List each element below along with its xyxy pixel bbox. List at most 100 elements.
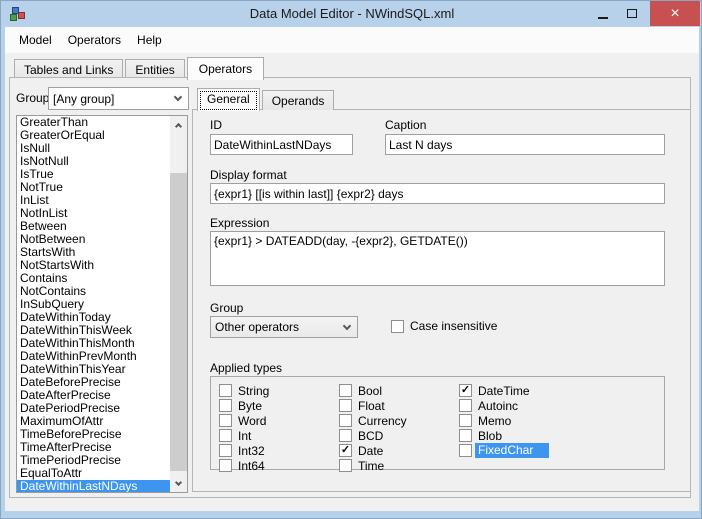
id-label: ID — [210, 118, 222, 132]
type-label-currency: Currency — [358, 413, 407, 428]
menu-item-help[interactable]: Help — [129, 29, 170, 51]
maximize-button[interactable] — [617, 1, 646, 26]
list-item-notcontains[interactable]: NotContains — [17, 285, 170, 298]
group-filter-dropdown[interactable]: [Any group] — [48, 87, 189, 110]
type-option-int64: Int64 — [219, 458, 269, 473]
type-checkbox-date[interactable]: ✓ — [339, 444, 352, 457]
window-controls: × — [588, 1, 700, 26]
list-scrollbar[interactable] — [170, 116, 187, 492]
list-item-between[interactable]: Between — [17, 220, 170, 233]
caption-field[interactable] — [385, 134, 665, 155]
list-item-dateafterprecise[interactable]: DateAfterPrecise — [17, 389, 170, 402]
list-item-maximumofattr[interactable]: MaximumOfAttr — [17, 415, 170, 428]
type-checkbox-byte[interactable] — [219, 399, 232, 412]
tab-operands[interactable]: Operands — [261, 90, 335, 110]
minimize-button[interactable] — [588, 1, 617, 26]
list-item-datewithinthismonth[interactable]: DateWithinThisMonth — [17, 337, 170, 350]
list-item-notstartswith[interactable]: NotStartsWith — [17, 259, 170, 272]
menu-item-operators[interactable]: Operators — [60, 29, 129, 51]
scrollbar-thumb[interactable] — [170, 173, 187, 471]
type-checkbox-currency[interactable] — [339, 414, 352, 427]
expression-field[interactable]: {expr1} > DATEADD(day, -{expr2}, GETDATE… — [210, 231, 665, 286]
type-checkbox-float[interactable] — [339, 399, 352, 412]
case-insensitive-checkbox[interactable] — [391, 319, 404, 333]
list-item-datewithintoday[interactable]: DateWithinToday — [17, 311, 170, 324]
type-checkbox-bcd[interactable] — [339, 429, 352, 442]
applied-types-column-2: Bool Float Currency BCD ✓ Date Time — [339, 383, 407, 473]
type-checkbox-int[interactable] — [219, 429, 232, 442]
type-checkbox-int32[interactable] — [219, 444, 232, 457]
type-option-bool: Bool — [339, 383, 407, 398]
list-item-equaltoattr[interactable]: EqualToAttr — [17, 467, 170, 480]
type-option-byte: Byte — [219, 398, 269, 413]
data-model-editor-window: Data Model Editor - NWindSQL.xml × Model… — [0, 0, 702, 519]
list-item-insubquery[interactable]: InSubQuery — [17, 298, 170, 311]
list-item-isnull[interactable]: IsNull — [17, 142, 170, 155]
type-option-word: Word — [219, 413, 269, 428]
menu-item-model[interactable]: Model — [11, 29, 60, 51]
type-checkbox-fixedchar[interactable] — [459, 444, 472, 457]
list-item-startswith[interactable]: StartsWith — [17, 246, 170, 259]
list-item-greaterthan[interactable]: GreaterThan — [17, 116, 170, 129]
type-label-bool: Bool — [358, 383, 383, 398]
type-checkbox-autoinc[interactable] — [459, 399, 472, 412]
type-option-fixedchar: FixedChar — [459, 443, 550, 458]
list-item-greaterorequal[interactable]: GreaterOrEqual — [17, 129, 170, 142]
type-option-float: Float — [339, 398, 407, 413]
type-checkbox-memo[interactable] — [459, 414, 472, 427]
list-item-notinlist[interactable]: NotInList — [17, 207, 170, 220]
type-option-datetime: ✓ DateTime — [459, 383, 549, 398]
operator-group-dropdown[interactable]: Other operators — [210, 316, 358, 338]
tab-general[interactable]: General — [197, 88, 260, 111]
list-item-timeperiodprecise[interactable]: TimePeriodPrecise — [17, 454, 170, 467]
chevron-up-icon — [174, 122, 183, 130]
type-checkbox-int64[interactable] — [219, 459, 232, 472]
type-option-int: Int — [219, 428, 269, 443]
list-item-datewithinprevmonth[interactable]: DateWithinPrevMonth — [17, 350, 170, 363]
display-format-field[interactable] — [210, 183, 665, 204]
type-option-currency: Currency — [339, 413, 407, 428]
id-field[interactable] — [210, 134, 353, 155]
list-item-inlist[interactable]: InList — [17, 194, 170, 207]
titlebar: Data Model Editor - NWindSQL.xml × — [1, 1, 701, 27]
detail-tabstrip: General Operands — [197, 86, 336, 111]
type-label-memo: Memo — [478, 413, 512, 428]
type-checkbox-blob[interactable] — [459, 429, 472, 442]
type-label-int32: Int32 — [238, 443, 265, 458]
list-item-contains[interactable]: Contains — [17, 272, 170, 285]
list-item-datewithinthisweek[interactable]: DateWithinThisWeek — [17, 324, 170, 337]
scroll-up-button[interactable] — [170, 116, 187, 133]
type-label-time: Time — [358, 458, 385, 473]
tab-operators[interactable]: Operators — [186, 57, 265, 80]
type-checkbox-datetime[interactable]: ✓ — [459, 384, 472, 397]
type-checkbox-time[interactable] — [339, 459, 352, 472]
general-tab-page: ID Caption Display format Expression {ex… — [192, 109, 691, 492]
list-item-timeafterprecise[interactable]: TimeAfterPrecise — [17, 441, 170, 454]
list-item-nottrue[interactable]: NotTrue — [17, 181, 170, 194]
tab-tables-and-links[interactable]: Tables and Links — [14, 59, 124, 79]
list-item-dateperiodprecise[interactable]: DatePeriodPrecise — [17, 402, 170, 415]
list-item-isnotnull[interactable]: IsNotNull — [17, 155, 170, 168]
type-checkbox-word[interactable] — [219, 414, 232, 427]
list-item-datewithinthisyear[interactable]: DateWithinThisYear — [17, 363, 170, 376]
list-item-notbetween[interactable]: NotBetween — [17, 233, 170, 246]
group-filter-value: [Any group] — [53, 91, 115, 106]
type-checkbox-bool[interactable] — [339, 384, 352, 397]
case-insensitive-label: Case insensitive — [410, 319, 498, 333]
list-item-datebeforeprecise[interactable]: DateBeforePrecise — [17, 376, 170, 389]
type-checkbox-string[interactable] — [219, 384, 232, 397]
operator-group-value: Other operators — [215, 320, 300, 334]
type-label-fixedchar: FixedChar — [475, 443, 550, 458]
type-label-datetime: DateTime — [478, 383, 530, 398]
scroll-down-button[interactable] — [170, 475, 187, 492]
type-label-string: String — [238, 383, 270, 398]
type-label-int64: Int64 — [238, 458, 265, 473]
type-label-blob: Blob — [478, 428, 503, 443]
type-label-autoinc: Autoinc — [478, 398, 519, 413]
list-item-istrue[interactable]: IsTrue — [17, 168, 170, 181]
chevron-down-icon — [174, 478, 183, 487]
list-item-timebeforeprecise[interactable]: TimeBeforePrecise — [17, 428, 170, 441]
list-item-datewithinlastndays[interactable]: DateWithinLastNDays — [17, 480, 170, 492]
close-button[interactable]: × — [650, 1, 700, 26]
tab-entities[interactable]: Entities — [125, 59, 185, 79]
